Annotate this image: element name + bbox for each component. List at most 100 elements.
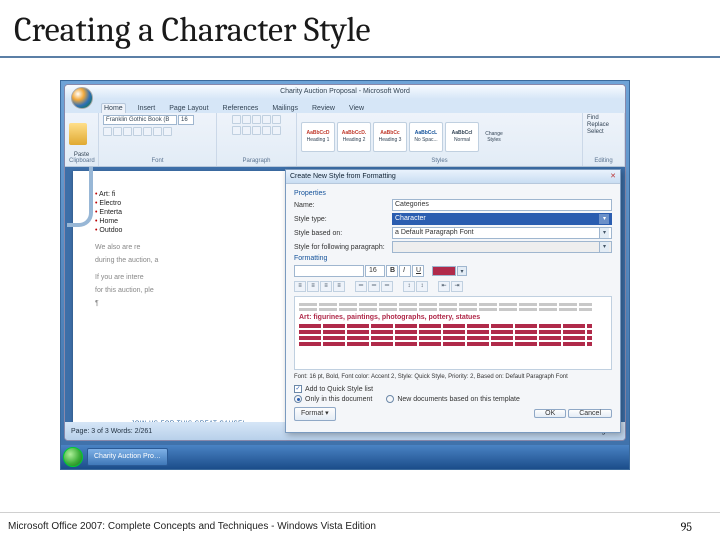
name-input[interactable]: Categories	[392, 199, 612, 211]
oneandhalf-space-icon[interactable]: ═	[368, 281, 380, 292]
tab-review[interactable]: Review	[310, 104, 337, 113]
following-para-label: Style for following paragraph:	[294, 244, 388, 251]
style-normal[interactable]: AaBbCclNormal	[445, 122, 479, 152]
tab-references[interactable]: References	[221, 104, 261, 113]
page-shape	[67, 167, 93, 227]
based-on-select[interactable]: a Default Paragraph Font▾	[392, 227, 612, 239]
group-font: Font	[103, 158, 212, 164]
style-heading1[interactable]: AaBbCcDHeading 1	[301, 122, 335, 152]
taskbar-word-button[interactable]: Charity Auction Pro…	[87, 448, 168, 466]
replace-button[interactable]: Replace	[587, 122, 609, 128]
properties-section: Properties	[294, 190, 612, 197]
body-text: We also are re	[95, 244, 293, 251]
align-center-icon[interactable]: ≡	[307, 281, 319, 292]
style-nospacing[interactable]: AaBbCcLNo Spac...	[409, 122, 443, 152]
chevron-down-icon[interactable]: ▾	[599, 228, 609, 238]
fmt-size-select[interactable]: 16	[365, 265, 385, 277]
style-type-select[interactable]: Character▾	[392, 213, 612, 225]
vista-taskbar: Charity Auction Pro…	[61, 445, 629, 469]
fmt-bold-button[interactable]: B	[386, 265, 398, 277]
multilevel-button[interactable]	[252, 115, 261, 124]
double-space-icon[interactable]: ═	[381, 281, 393, 292]
screenshot-frame: Charity Auction Proposal - Microsoft Wor…	[60, 80, 630, 470]
ribbon-tabs: Home Insert Page Layout References Maili…	[65, 99, 625, 113]
tab-view[interactable]: View	[347, 104, 366, 113]
group-paragraph: Paragraph	[221, 158, 292, 164]
underline-button[interactable]	[123, 127, 132, 136]
word-titlebar: Charity Auction Proposal - Microsoft Wor…	[65, 85, 625, 99]
body-text: ¶	[95, 300, 293, 307]
align-right-icon[interactable]: ≡	[320, 281, 332, 292]
inc-indent-button[interactable]	[272, 115, 281, 124]
dec-indent-icon[interactable]: ⇤	[438, 281, 450, 292]
footer-text: Microsoft Office 2007: Complete Concepts…	[8, 521, 376, 532]
font-size-select[interactable]: 16	[178, 115, 194, 125]
fontcolor-button[interactable]	[163, 127, 172, 136]
change-styles-button[interactable]: Change Styles	[481, 131, 507, 143]
preview-sample-text: Art: figurines, paintings, photographs, …	[299, 314, 607, 321]
office-button[interactable]	[71, 87, 93, 109]
following-para-select: ▾	[392, 241, 612, 253]
list-item: Enterta	[95, 209, 293, 216]
dialog-title-text: Create New Style from Formatting	[290, 170, 396, 183]
format-button[interactable]: Format ▾	[294, 407, 336, 421]
font-name-select[interactable]: Franklin Gothic Book (B	[103, 115, 177, 125]
bullets-button[interactable]	[232, 115, 241, 124]
single-space-icon[interactable]: ═	[355, 281, 367, 292]
tab-home[interactable]: Home	[101, 103, 126, 113]
cancel-button[interactable]: Cancel	[568, 409, 612, 418]
subscript-button[interactable]	[143, 127, 152, 136]
inc-indent-icon[interactable]: ⇥	[451, 281, 463, 292]
fmt-italic-button[interactable]: I	[399, 265, 411, 277]
create-new-style-dialog: Create New Style from Formatting ✕ Prope…	[285, 169, 621, 433]
style-description: Font: 16 pt, Bold, Font color: Accent 2,…	[294, 374, 612, 381]
highlight-button[interactable]	[153, 127, 162, 136]
chevron-down-icon: ▾	[599, 242, 609, 252]
group-styles: Styles	[301, 158, 578, 164]
list-item: Outdoo	[95, 227, 293, 234]
select-button[interactable]: Select	[587, 129, 604, 135]
align-left-icon[interactable]: ≡	[294, 281, 306, 292]
align-center-button[interactable]	[242, 126, 251, 135]
chevron-down-icon[interactable]: ▾	[457, 266, 467, 276]
italic-button[interactable]	[113, 127, 122, 136]
formatting-section: Formatting	[294, 255, 612, 262]
tab-page-layout[interactable]: Page Layout	[167, 104, 210, 113]
style-heading3[interactable]: AaBbCcHeading 3	[373, 122, 407, 152]
list-item: Home	[95, 218, 293, 225]
bold-button[interactable]	[103, 127, 112, 136]
based-on-label: Style based on:	[294, 230, 388, 237]
chevron-down-icon[interactable]: ▾	[599, 214, 609, 224]
dec-indent-button[interactable]	[262, 115, 271, 124]
justify-button[interactable]	[262, 126, 271, 135]
find-button[interactable]: Find	[587, 115, 599, 121]
body-text: If you are intere	[95, 274, 293, 281]
paste-icon[interactable]	[69, 123, 87, 145]
body-text: for this auction, ple	[95, 287, 293, 294]
ok-button[interactable]: OK	[534, 409, 566, 418]
add-quickstyle-checkbox[interactable]: ✓	[294, 385, 302, 393]
only-this-doc-radio[interactable]	[294, 395, 302, 403]
space-after-icon[interactable]: ↕	[416, 281, 428, 292]
name-label: Name:	[294, 202, 388, 209]
align-left-button[interactable]	[232, 126, 241, 135]
add-quickstyle-label: Add to Quick Style list	[305, 386, 373, 393]
fmt-color-swatch[interactable]	[432, 266, 456, 276]
numbering-button[interactable]	[242, 115, 251, 124]
justify-icon[interactable]: ≡	[333, 281, 345, 292]
space-before-icon[interactable]: ↕	[403, 281, 415, 292]
body-text: during the auction, a	[95, 257, 293, 264]
strike-button[interactable]	[133, 127, 142, 136]
new-docs-radio[interactable]	[386, 395, 394, 403]
dialog-close-icon[interactable]: ✕	[610, 170, 616, 183]
style-heading2[interactable]: AaBbCcD.Heading 2	[337, 122, 371, 152]
tab-mailings[interactable]: Mailings	[270, 104, 300, 113]
dialog-titlebar[interactable]: Create New Style from Formatting ✕	[286, 170, 620, 184]
line-spacing-button[interactable]	[272, 126, 281, 135]
preview-panel: Art: figurines, paintings, photographs, …	[294, 296, 612, 370]
fmt-underline-button[interactable]: U	[412, 265, 424, 277]
fmt-font-select[interactable]	[294, 265, 364, 277]
start-button[interactable]	[63, 447, 83, 467]
tab-insert[interactable]: Insert	[136, 104, 158, 113]
align-right-button[interactable]	[252, 126, 261, 135]
